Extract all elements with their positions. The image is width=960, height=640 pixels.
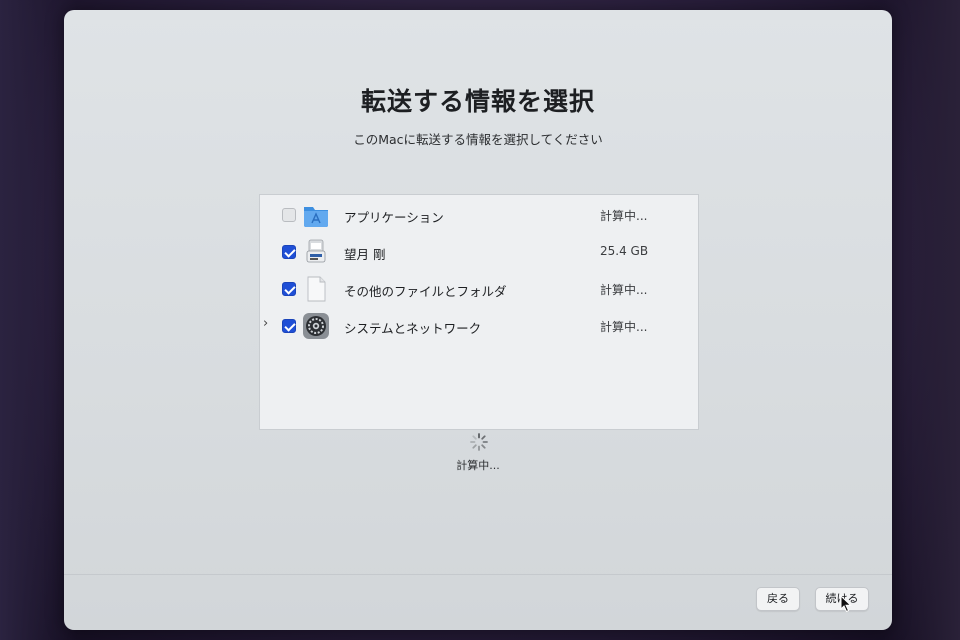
system-network-size: 計算中... [600,320,648,334]
disclosure-chevron-icon[interactable]: › [263,317,275,331]
list-item-user[interactable]: 望月 剛 25.4 GB [260,234,698,270]
page-title: 転送する情報を選択 [360,87,595,116]
applications-size: 計算中... [600,209,648,223]
transfer-items-list: アプリケーション 計算中... 望月 剛 25.4 GB その他のファイルとフォ… [259,194,699,430]
applications-label: アプリケーション [344,210,444,225]
applications-checkbox[interactable] [282,208,296,222]
other-files-label: その他のファイルとフォルダ [344,284,507,299]
system-network-checkbox[interactable] [282,319,296,333]
mouse-pointer-icon [840,594,852,613]
list-item-other-files[interactable]: その他のファイルとフォルダ 計算中... [260,271,698,307]
generic-document-icon [302,275,330,303]
footer-divider [64,574,892,575]
system-settings-gear-icon [302,312,330,340]
user-checkbox[interactable] [282,245,296,259]
other-files-size: 計算中... [600,283,648,297]
page-subtitle: このMacに転送する情報を選択してください [353,132,603,147]
list-item-system-network[interactable]: › システムとネットワーク 計算中... [260,308,698,344]
system-network-label: システムとネットワーク [344,321,482,336]
applications-folder-icon [302,201,330,229]
user-size: 25.4 GB [600,244,649,258]
back-button[interactable]: 戻る [756,587,800,611]
migration-assistant-window: 転送する情報を選択 このMacに転送する情報を選択してください アプリケーション… [64,10,892,630]
user-home-drive-icon [302,238,330,266]
calculating-status: 計算中... [456,459,500,472]
list-item-applications[interactable]: アプリケーション 計算中... [260,197,698,233]
other-files-checkbox[interactable] [282,282,296,296]
loading-spinner-icon [469,432,489,452]
user-label: 望月 剛 [344,247,386,262]
